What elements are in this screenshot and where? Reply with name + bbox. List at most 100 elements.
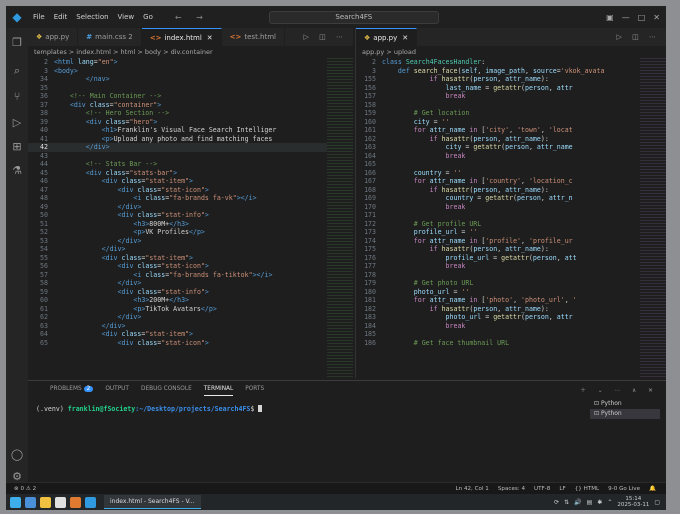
testing-icon[interactable]: ⚗ xyxy=(10,164,24,178)
menu-file[interactable]: File xyxy=(33,13,45,21)
menu-view[interactable]: View xyxy=(118,13,135,21)
go-live-button[interactable]: 9-0 Go Live xyxy=(608,486,640,492)
menu-go[interactable]: Go xyxy=(143,13,153,21)
editor-tab[interactable]: ❖ app.py ✕ xyxy=(356,28,418,46)
screen: ◆ File Edit Selection View Go ← → Search… xyxy=(6,6,666,510)
line-text: <div class="stat-icon"> xyxy=(117,338,209,347)
menu-selection[interactable]: Selection xyxy=(76,13,108,21)
volume-icon[interactable]: 🔊 xyxy=(574,499,581,506)
line-number: 3 xyxy=(372,66,376,75)
clipboard-icon[interactable]: ▤ xyxy=(587,499,593,506)
app-launcher-icon[interactable] xyxy=(10,496,21,508)
line-text: break xyxy=(445,262,466,270)
command-center-search[interactable]: Search4FS xyxy=(268,10,439,24)
window-controls: ▣ — □ ✕ xyxy=(606,13,660,22)
code-line: 175 if hasattr(person, attr_name): xyxy=(356,245,666,254)
explorer-icon[interactable]: ❐ xyxy=(10,36,24,50)
editor-tab[interactable]: # main.css 2 xyxy=(78,28,142,46)
update-icon[interactable]: ⟳ xyxy=(554,499,559,506)
line-text: profile_url = getattr(person, att xyxy=(445,253,577,262)
notifications-bell-icon[interactable]: 🔔 xyxy=(649,486,656,492)
minimize-icon[interactable]: — xyxy=(622,13,630,22)
code-line: 38 <!-- Hero Section --> xyxy=(28,109,353,118)
tab-terminal[interactable]: TERMINAL xyxy=(203,383,234,396)
code-line: 180 photo_url = '' xyxy=(356,288,666,297)
firefox-icon[interactable] xyxy=(70,496,81,508)
close-icon[interactable]: ✕ xyxy=(653,13,660,22)
vscode-taskbar-icon[interactable] xyxy=(85,496,96,508)
tab-problems[interactable]: PROBLEMS 2 xyxy=(50,386,94,392)
line-text: </nav> xyxy=(85,75,110,83)
line-number: 65 xyxy=(40,338,48,347)
code-line: 45 <div class="stats-bar"> xyxy=(28,169,353,178)
menu-edit[interactable]: Edit xyxy=(54,13,68,21)
show-desktop-icon[interactable]: ▢ xyxy=(654,499,660,506)
cursor-position[interactable]: Ln 42, Col 1 xyxy=(456,486,489,492)
tab-debug-console[interactable]: DEBUG CONSOLE xyxy=(141,386,192,392)
tab-output[interactable]: OUTPUT xyxy=(105,386,129,392)
terminal-item[interactable]: ⊡ Python xyxy=(590,399,660,409)
bluetooth-icon[interactable]: ✱ xyxy=(597,499,602,506)
encoding[interactable]: UTF-8 xyxy=(534,486,550,492)
code-line: 39 <div class="hero"> xyxy=(28,118,353,127)
editor-actions[interactable]: ▷ ◫ ⋯ xyxy=(617,28,666,46)
tab-label: test.html xyxy=(244,33,276,41)
nav-arrows[interactable]: ← → xyxy=(175,13,209,22)
editor-tab[interactable]: <> index.html ✕ xyxy=(141,28,222,46)
minimap-left[interactable] xyxy=(327,58,353,378)
source-control-icon[interactable]: ⑂ xyxy=(10,90,24,104)
line-text: for attr_name in ['city', 'town', 'locat xyxy=(413,126,573,134)
panel-actions[interactable]: ＋ ⌄ ⋯ ∧ ✕ xyxy=(580,385,658,394)
editor-tab[interactable]: <> test.html xyxy=(222,28,285,46)
indentation[interactable]: Spaces: 4 xyxy=(498,486,525,492)
editor-group-right: ❖ app.py ✕ ▷ ◫ ⋯ app.py > upload 2 class Sea… xyxy=(355,28,666,378)
tab-close-icon[interactable]: ✕ xyxy=(402,34,408,42)
line-number: 61 xyxy=(40,304,48,313)
line-ending[interactable]: LF xyxy=(559,486,565,492)
line-number: 174 xyxy=(364,236,376,245)
breadcrumb-right[interactable]: app.py > upload xyxy=(356,46,666,58)
terminal-item-selected[interactable]: ⊡ Python xyxy=(590,409,660,419)
extensions-icon[interactable]: ⊞ xyxy=(10,140,24,154)
line-text: if hasattr(person, attr_name): xyxy=(429,185,549,194)
pager-icon[interactable] xyxy=(25,496,36,508)
editor-actions[interactable]: ▷ ◫ ⋯ xyxy=(304,28,353,46)
language-mode[interactable]: {} HTML xyxy=(575,486,599,492)
line-text: <div class="stat-icon"> xyxy=(117,185,209,194)
code-line: 34 </nav> xyxy=(28,75,353,84)
terminal-prompt[interactable]: (.venv) franklin@fSociety:~/Desktop/proj… xyxy=(36,405,263,413)
line-text: for attr_name in ['country', 'location_c xyxy=(413,177,573,185)
terminal-app-icon[interactable] xyxy=(55,496,66,508)
taskbar-window-vscode[interactable]: index.html - Search4FS - V... xyxy=(104,495,201,509)
code-editor-right[interactable]: 2 class Search4FacesHandler: 3 def search_… xyxy=(356,58,666,347)
network-icon[interactable]: ⇅ xyxy=(564,499,569,506)
line-number: 171 xyxy=(364,211,376,219)
line-number: 57 xyxy=(40,270,48,279)
code-line: 58 </div> xyxy=(28,279,353,288)
maximize-icon[interactable]: □ xyxy=(638,13,646,22)
clock[interactable]: 15:14 2025-03-11 xyxy=(617,496,649,508)
tab-label: app.py xyxy=(373,34,398,42)
editor-tab[interactable]: ❖ app.py xyxy=(28,28,79,46)
problems-status[interactable]: ⊗ 0 ⚠ 2 xyxy=(14,486,36,492)
account-icon[interactable]: ◯ xyxy=(10,448,24,462)
line-text: <p>Upload any photo and find matching fa… xyxy=(101,134,273,143)
breadcrumb[interactable]: templates > index.html > html > body > d… xyxy=(28,46,353,58)
run-debug-icon[interactable]: ▷ xyxy=(10,116,24,130)
line-number: 48 xyxy=(40,194,48,202)
line-number: 180 xyxy=(364,287,376,296)
panel-tabs: PROBLEMS 2 OUTPUT DEBUG CONSOLE TERMINAL … xyxy=(28,381,666,397)
code-line: 173 profile_url = '' xyxy=(356,228,666,237)
search-icon[interactable]: ⌕ xyxy=(10,64,24,78)
line-number: 185 xyxy=(364,330,376,338)
layout-toggle-icon[interactable]: ▣ xyxy=(606,13,614,22)
file-manager-icon[interactable] xyxy=(40,496,51,508)
tab-close-icon[interactable]: ✕ xyxy=(207,34,213,42)
code-line: 176 profile_url = getattr(person, att xyxy=(356,254,666,263)
code-editor-left[interactable]: 2 <html lang="en"> 3 <body> 34 </nav> 35 36 <!… xyxy=(28,58,353,347)
line-text: if hasattr(person, attr_name): xyxy=(429,245,549,253)
tray-expand-icon[interactable]: ⌃ xyxy=(607,499,612,506)
tab-ports[interactable]: PORTS xyxy=(245,386,264,392)
minimap-right[interactable] xyxy=(640,58,666,378)
line-text: def search_face(self, image_path, source… xyxy=(397,66,605,75)
